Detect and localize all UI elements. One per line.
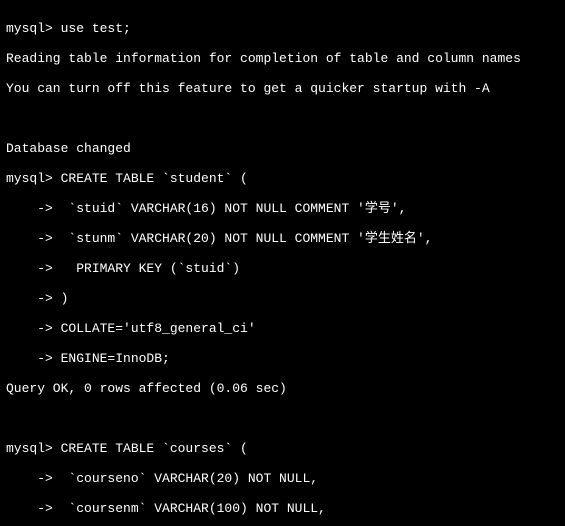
terminal-line: -> PRIMARY KEY (`stuid`) <box>6 261 561 276</box>
terminal-line: Database changed <box>6 141 561 156</box>
terminal-line: -> `stunm` VARCHAR(20) NOT NULL COMMENT … <box>6 231 561 246</box>
terminal-line: mysql> CREATE TABLE `student` ( <box>6 171 561 186</box>
terminal-line: -> COLLATE='utf8_general_ci' <box>6 321 561 336</box>
terminal-line: -> `coursenm` VARCHAR(100) NOT NULL, <box>6 501 561 516</box>
terminal-line: mysql> CREATE TABLE `courses` ( <box>6 441 561 456</box>
terminal-line: Query OK, 0 rows affected (0.06 sec) <box>6 381 561 396</box>
terminal-line: mysql> use test; <box>6 21 561 36</box>
terminal-line: -> `courseno` VARCHAR(20) NOT NULL, <box>6 471 561 486</box>
terminal-line: -> `stuid` VARCHAR(16) NOT NULL COMMENT … <box>6 201 561 216</box>
terminal-line: You can turn off this feature to get a q… <box>6 81 561 96</box>
terminal-line: -> ) <box>6 291 561 306</box>
terminal-line <box>6 111 561 126</box>
terminal-line: -> ENGINE=InnoDB; <box>6 351 561 366</box>
terminal-line <box>6 411 561 426</box>
terminal-output[interactable]: mysql> use test; Reading table informati… <box>0 0 565 526</box>
terminal-line: Reading table information for completion… <box>6 51 561 66</box>
